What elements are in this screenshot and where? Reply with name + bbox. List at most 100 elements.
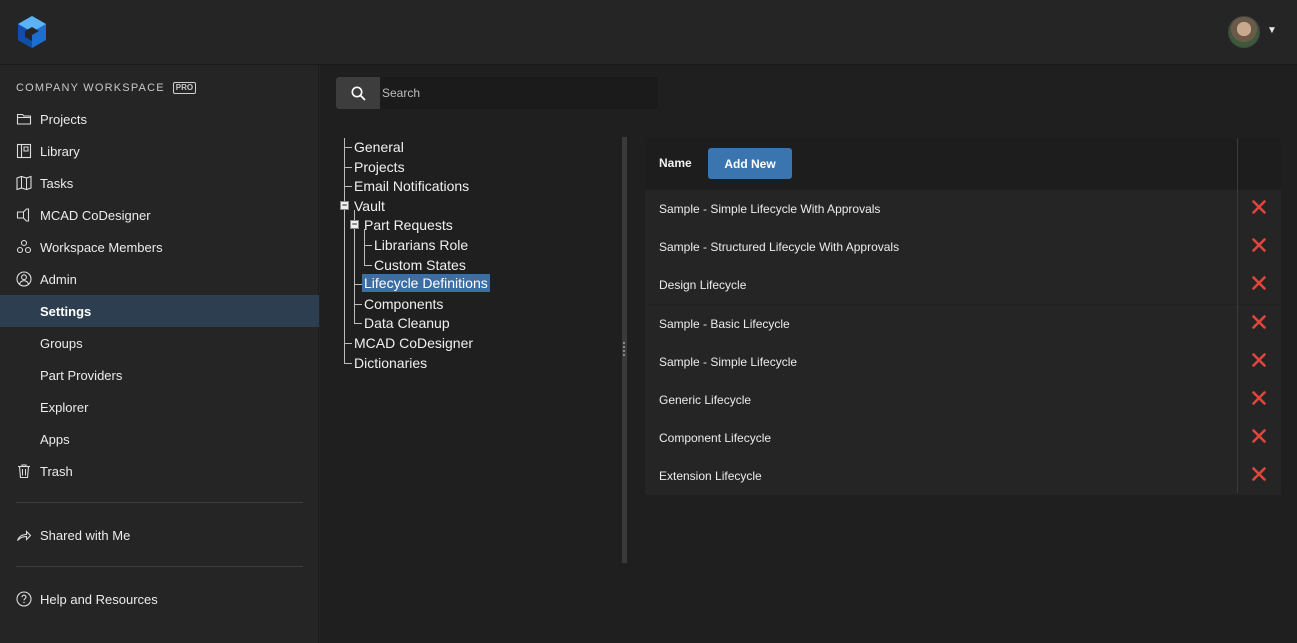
search-icon	[351, 86, 366, 101]
sidebar-item-label: Shared with Me	[40, 527, 131, 543]
tree-node-mcad-codesigner[interactable]: MCAD CoDesigner	[354, 334, 473, 352]
sidebar-item-tasks[interactable]: Tasks	[0, 167, 319, 199]
table-header: Name Add New	[645, 138, 1281, 190]
tree-guide	[344, 343, 352, 344]
tree-node-components[interactable]: Components	[364, 295, 443, 313]
tree-node-email-notifications[interactable]: Email Notifications	[354, 177, 469, 195]
sidebar-item-label: Projects	[40, 111, 87, 127]
search-bar	[336, 77, 658, 109]
lifecycle-name: Sample - Basic Lifecycle	[659, 316, 790, 331]
table-row[interactable]: Design Lifecycle	[645, 266, 1281, 305]
autodesk-cube-logo[interactable]	[16, 15, 48, 49]
sidebar-divider	[16, 566, 303, 567]
vault-collapse-toggle[interactable]: −	[340, 201, 349, 210]
admin-icon	[16, 271, 32, 287]
part-requests-collapse-toggle[interactable]: −	[350, 220, 359, 229]
sidebar-item-groups[interactable]: Groups	[0, 327, 319, 359]
delete-x-icon[interactable]	[1252, 314, 1266, 329]
sidebar-item-library[interactable]: Library	[0, 135, 319, 167]
sidebar-item-label: Tasks	[40, 175, 74, 191]
sidebar-item-label: Admin	[40, 271, 77, 287]
library-icon	[16, 143, 32, 159]
lifecycle-name: Extension Lifecycle	[659, 469, 762, 484]
tree-node-part-requests[interactable]: Part Requests	[364, 216, 453, 234]
delete-x-icon[interactable]	[1252, 467, 1266, 482]
tree-guide	[354, 284, 362, 285]
sidebar-item-label: Trash	[40, 463, 73, 479]
tree-node-projects[interactable]: Projects	[354, 158, 405, 176]
delete-x-icon[interactable]	[1252, 238, 1266, 252]
tree-guide	[344, 167, 352, 168]
sidebar-item-help[interactable]: Help and Resources	[0, 583, 319, 615]
tree-node-general[interactable]: General	[354, 138, 404, 156]
column-separator	[1237, 138, 1238, 493]
sidebar-divider	[16, 502, 303, 503]
sidebar-item-label: Part Providers	[40, 367, 123, 383]
tree-node-vault[interactable]: Vault	[354, 197, 385, 215]
sidebar-item-label: Groups	[40, 335, 83, 351]
sidebar-item-part-providers[interactable]: Part Providers	[0, 359, 319, 391]
sidebar-item-projects[interactable]: Projects	[0, 103, 319, 135]
workspace-label: COMPANY WORKSPACE	[16, 82, 165, 94]
sidebar-item-settings[interactable]: Settings	[0, 295, 319, 327]
lifecycle-name: Design Lifecycle	[659, 278, 747, 293]
members-icon	[16, 239, 32, 254]
main-content: − − General Projects Email Notifications…	[320, 65, 1297, 643]
sidebar-item-mcad-codesigner[interactable]: MCAD CoDesigner	[0, 199, 319, 231]
search-button[interactable]	[336, 77, 380, 109]
tree-node-data-cleanup[interactable]: Data Cleanup	[364, 314, 450, 332]
sidebar-item-workspace-members[interactable]: Workspace Members	[0, 231, 319, 263]
lifecycle-name: Sample - Structured Lifecycle With Appro…	[659, 240, 900, 255]
tree-node-dictionaries[interactable]: Dictionaries	[354, 354, 427, 372]
codesigner-icon	[16, 208, 30, 222]
caret-down-icon[interactable]: ▼	[1267, 25, 1277, 36]
delete-x-icon[interactable]	[1252, 391, 1266, 405]
sidebar-item-apps[interactable]: Apps	[0, 423, 319, 455]
pane-splitter[interactable]	[622, 137, 627, 563]
delete-x-icon[interactable]	[1252, 200, 1266, 214]
column-header-name[interactable]: Name	[659, 156, 692, 170]
lifecycle-name: Sample - Simple Lifecycle	[659, 354, 798, 369]
delete-x-icon[interactable]	[1252, 276, 1266, 291]
table-row[interactable]: Sample - Simple Lifecycle	[645, 342, 1281, 381]
sidebar-item-admin[interactable]: Admin	[0, 263, 319, 295]
tree-guide	[344, 147, 352, 148]
sidebar-item-label: Apps	[40, 431, 70, 447]
sidebar-item-trash[interactable]: Trash	[0, 455, 319, 487]
top-bar: ▼	[0, 0, 1297, 65]
sidebar-item-label: MCAD CoDesigner	[40, 207, 151, 223]
pro-badge: PRO	[172, 82, 197, 94]
sidebar-item-label: Library	[40, 143, 80, 159]
lifecycle-name: Sample - Simple Lifecycle With Approvals	[659, 202, 881, 216]
delete-x-icon[interactable]	[1252, 352, 1266, 367]
delete-x-icon[interactable]	[1252, 429, 1266, 443]
sidebar-item-label: Settings	[40, 303, 92, 319]
lifecycle-name: Component Lifecycle	[659, 431, 772, 446]
search-input[interactable]	[380, 77, 658, 109]
share-icon	[16, 530, 32, 541]
table-row[interactable]: Extension Lifecycle	[645, 457, 1281, 496]
sidebar-item-explorer[interactable]: Explorer	[0, 391, 319, 423]
lifecycle-name: Generic Lifecycle	[659, 393, 752, 407]
lifecycle-table: Name Add New Sample - Simple Lifecycle W…	[645, 138, 1281, 496]
table-row[interactable]: Sample - Structured Lifecycle With Appro…	[645, 228, 1281, 267]
sidebar-item-shared-with-me[interactable]: Shared with Me	[0, 519, 319, 551]
tree-guide	[344, 138, 345, 363]
sidebar-item-label: Explorer	[40, 399, 89, 415]
table-row[interactable]: Generic Lifecycle	[645, 381, 1281, 419]
tree-node-custom-states[interactable]: Custom States	[374, 256, 466, 274]
table-row[interactable]: Component Lifecycle	[645, 419, 1281, 458]
add-new-button[interactable]: Add New	[708, 148, 792, 179]
table-row[interactable]: Sample - Basic Lifecycle	[645, 304, 1281, 343]
folder-icon	[16, 113, 32, 125]
help-icon	[16, 591, 32, 607]
user-avatar[interactable]	[1228, 16, 1260, 48]
tree-guide	[354, 323, 362, 324]
table-row[interactable]: Sample - Simple Lifecycle With Approvals	[645, 190, 1281, 228]
sidebar-item-label: Workspace Members	[40, 239, 163, 255]
sidebar: COMPANY WORKSPACE PRO Projects Library T…	[0, 65, 319, 643]
tree-node-lifecycle-definitions[interactable]: Lifecycle Definitions	[362, 274, 490, 292]
tree-node-librarians-role[interactable]: Librarians Role	[374, 236, 468, 254]
splitter-grip-icon	[623, 342, 625, 356]
tree-guide	[344, 186, 352, 187]
